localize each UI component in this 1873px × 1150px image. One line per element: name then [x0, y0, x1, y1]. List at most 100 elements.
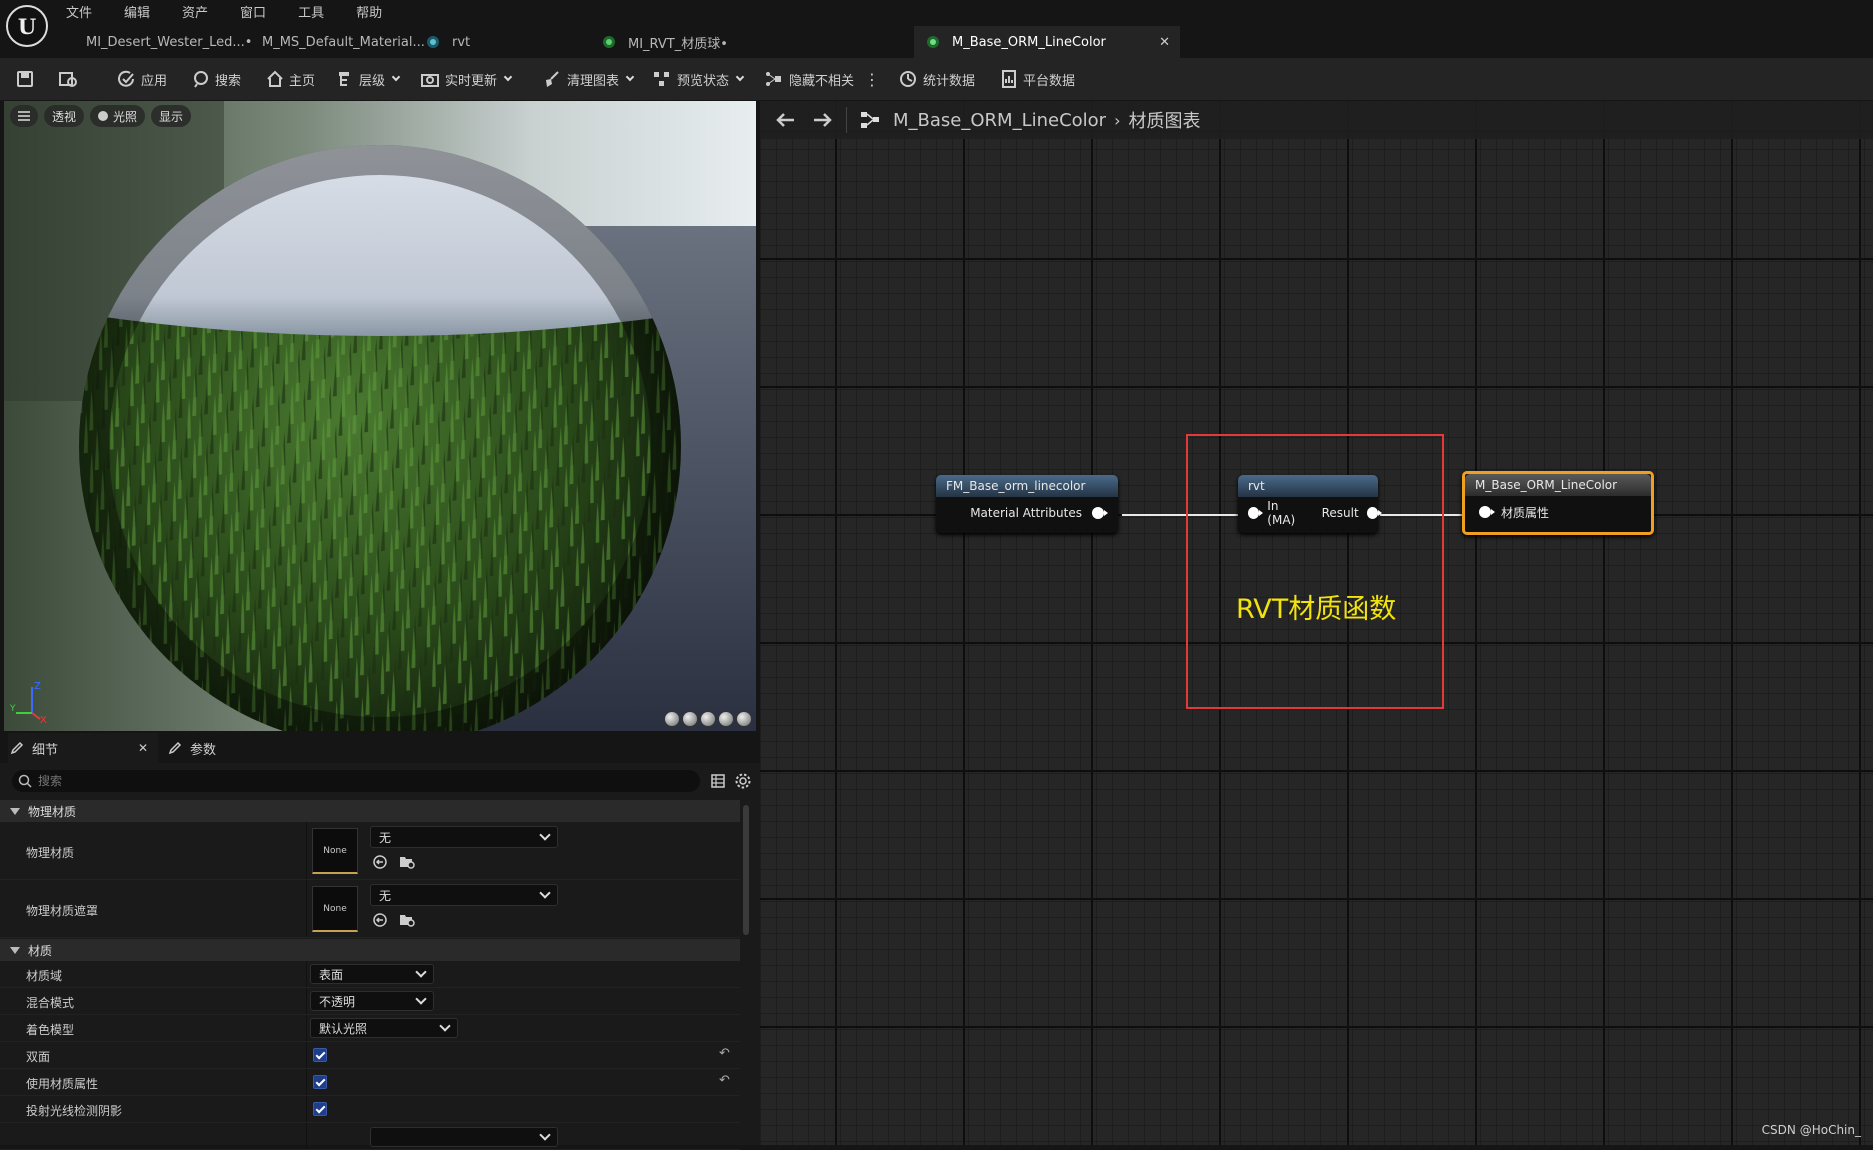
physical-material-thumbnail[interactable]: None: [312, 828, 358, 874]
chevron-down-icon: [539, 1129, 551, 1141]
two-sided-checkbox[interactable]: [313, 1048, 327, 1062]
menu-edit[interactable]: 编辑: [124, 2, 150, 21]
close-tab-icon[interactable]: ✕: [1159, 35, 1170, 50]
viewport-menu-button[interactable]: [10, 105, 38, 127]
partial-combo[interactable]: [370, 1127, 558, 1147]
node-material-output[interactable]: M_Base_ORM_LineColor 材质属性: [1462, 471, 1654, 535]
viewport-toolbar: 透视 光照 显示: [10, 105, 192, 127]
details-search-input[interactable]: [38, 774, 638, 788]
show-button[interactable]: 显示: [151, 105, 192, 127]
section-physical-material[interactable]: 物理材质: [0, 800, 740, 822]
tab-m-base-orm-linecolor[interactable]: M_Base_ORM_LineColor ✕: [914, 26, 1180, 58]
shading-model-combo[interactable]: 默认光照: [310, 1018, 458, 1038]
use-selected-icon[interactable]: [372, 854, 388, 870]
toolbar: 应用 搜索 主页 层级 实时更新 清理图表 预览状态 隐藏不相关 ⋮ 统计数据: [0, 58, 1873, 100]
scrollbar-thumb[interactable]: [743, 805, 749, 935]
tab-label: MI_RVT_材质球•: [628, 36, 728, 52]
back-arrow-icon[interactable]: [774, 111, 796, 129]
section-material[interactable]: 材质: [0, 939, 740, 961]
settings-gear-icon[interactable]: [734, 772, 752, 790]
sphere-preview-icon[interactable]: [682, 711, 698, 727]
physical-mask-combo[interactable]: 无: [370, 884, 558, 906]
tab-rvt[interactable]: rvt: [414, 26, 584, 58]
apply-button[interactable]: 应用: [116, 58, 167, 100]
unreal-logo-icon[interactable]: U: [6, 5, 48, 47]
material-function-icon: [427, 36, 439, 48]
home-icon: [267, 70, 283, 87]
browse-asset-icon[interactable]: [398, 912, 416, 928]
cylinder-preview-icon[interactable]: [664, 711, 680, 727]
reset-to-default-icon[interactable]: ↶: [719, 1046, 730, 1061]
menu-window[interactable]: 窗口: [240, 2, 266, 21]
close-details-tab-icon[interactable]: ✕: [138, 741, 148, 755]
chevron-down-icon: [503, 72, 513, 82]
table-view-icon[interactable]: [710, 773, 726, 789]
home-button[interactable]: 主页: [266, 58, 315, 100]
breadcrumb-asset[interactable]: M_Base_ORM_LineColor: [893, 110, 1106, 131]
forward-arrow-icon[interactable]: [812, 111, 834, 129]
row-cast-ray-traced-shadows: 投射光线检测阴影: [0, 1096, 740, 1123]
menu-file[interactable]: 文件: [66, 2, 92, 21]
hide-unrelated-button[interactable]: 隐藏不相关: [764, 58, 854, 100]
details-scrollbar[interactable]: [742, 801, 750, 1141]
cube-preview-icon[interactable]: [718, 711, 734, 727]
use-selected-icon[interactable]: [372, 912, 388, 928]
tab-details[interactable]: 细节 ✕: [8, 733, 158, 763]
preview-state-dropdown[interactable]: 预览状态: [652, 58, 745, 100]
stats-button[interactable]: 统计数据: [898, 58, 975, 100]
breadcrumb-graph[interactable]: 材质图表: [1128, 107, 1200, 133]
input-pin[interactable]: [1479, 506, 1495, 518]
save-icon: [17, 71, 33, 87]
node-title: M_Base_ORM_LineColor: [1465, 474, 1651, 496]
clean-graph-dropdown[interactable]: 清理图表: [542, 58, 635, 100]
teapot-preview-icon[interactable]: [736, 711, 752, 727]
live-update-icon: [421, 74, 439, 87]
tab-mi-rvt[interactable]: MI_RVT_材质球•: [590, 26, 766, 58]
blend-mode-combo[interactable]: 不透明: [310, 991, 434, 1011]
search-button[interactable]: 搜索: [192, 58, 241, 100]
perspective-button[interactable]: 透视: [44, 105, 85, 127]
hierarchy-icon: [339, 72, 349, 86]
menu-help[interactable]: 帮助: [356, 2, 382, 21]
physical-material-combo[interactable]: 无: [370, 826, 558, 848]
chevron-down-icon: [415, 966, 427, 978]
output-pin[interactable]: [1092, 507, 1108, 519]
hierarchy-dropdown[interactable]: 层级: [336, 58, 401, 100]
platform-stats-button[interactable]: 平台数据: [1000, 58, 1075, 100]
annotation-label: RVT材质函数: [1236, 594, 1397, 625]
chevron-down-icon: [415, 993, 427, 1005]
lighting-button[interactable]: 光照: [90, 105, 146, 127]
browse-asset-icon[interactable]: [398, 854, 416, 870]
menu-tools[interactable]: 工具: [298, 2, 324, 21]
hide-unrelated-icon: [766, 72, 781, 86]
row-material-domain: 材质域 表面: [0, 961, 740, 988]
material-domain-combo[interactable]: 表面: [310, 964, 434, 984]
collapse-arrow-icon: [10, 946, 20, 954]
tab-mi-desert[interactable]: MI_Desert_Wester_Led...•: [62, 26, 252, 58]
use-material-attributes-checkbox[interactable]: [313, 1075, 327, 1089]
menu-asset[interactable]: 资产: [182, 2, 208, 21]
browse-button[interactable]: [58, 58, 83, 100]
live-update-dropdown[interactable]: 实时更新: [420, 58, 513, 100]
preview-mesh-selector: [664, 711, 752, 727]
material-preview-viewport[interactable]: 透视 光照 显示 Z Y X: [4, 101, 756, 731]
tab-m-ms-default[interactable]: M_MS_Default_Material...: [238, 26, 425, 58]
chevron-down-icon: [735, 72, 745, 82]
more-options-icon[interactable]: ⋮: [864, 58, 880, 100]
physical-mask-thumbnail[interactable]: None: [312, 886, 358, 932]
graph-breadcrumb-bar: M_Base_ORM_LineColor › 材质图表: [760, 101, 1873, 139]
stats-icon: [900, 71, 916, 87]
cast-ray-traced-shadows-checkbox[interactable]: [313, 1102, 327, 1116]
material-graph-editor[interactable]: M_Base_ORM_LineColor › 材质图表 FM_Base_orm_…: [760, 101, 1873, 1145]
plane-preview-icon[interactable]: [700, 711, 716, 727]
details-search-row: [0, 763, 760, 799]
axis-x-label: X: [40, 715, 47, 723]
tab-parameters[interactable]: 参数: [168, 733, 216, 763]
reset-to-default-icon[interactable]: ↶: [719, 1073, 730, 1088]
node-fm-base-orm-linecolor[interactable]: FM_Base_orm_linecolor Material Attribute…: [936, 475, 1118, 533]
preview-scene: [4, 101, 756, 731]
platform-stats-icon: [1002, 70, 1016, 88]
axis-y-label: Y: [10, 704, 16, 714]
save-button[interactable]: [16, 58, 39, 100]
details-panel: 细节 ✕ 参数 物理材质 物理材质 None 无 物理材质遮罩 None: [0, 733, 760, 1150]
